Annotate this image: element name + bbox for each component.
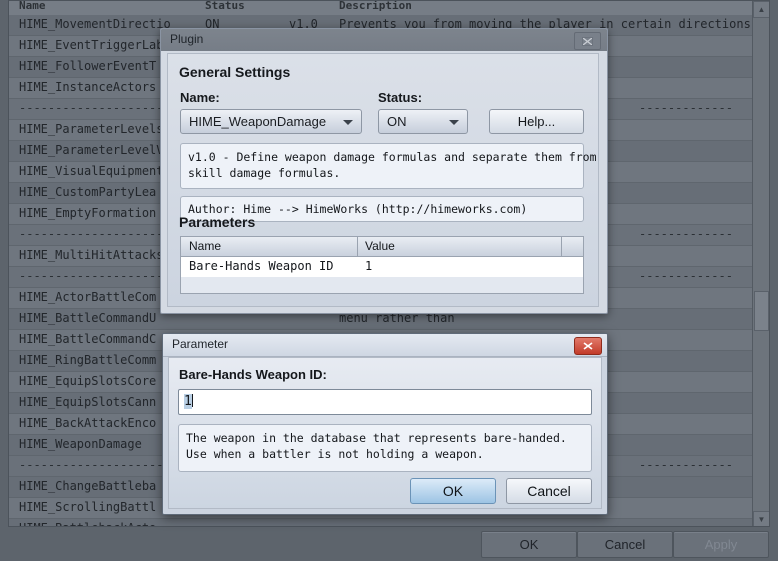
row-plugin-name: HIME_BackAttackEnco	[19, 416, 157, 430]
column-header-name: Name	[19, 0, 46, 12]
status-label: Status:	[378, 90, 423, 105]
parameters-column-name: Name	[189, 239, 222, 253]
row-plugin-name: HIME_EquipSlotsCann	[19, 395, 157, 409]
name-label: Name:	[180, 90, 220, 105]
parameters-table[interactable]: Name Value Bare-Hands Weapon ID 1	[180, 236, 584, 294]
cancel-button[interactable]: Cancel	[506, 478, 592, 504]
separator-dashes: --------------------	[19, 269, 164, 283]
plugin-dialog: Plugin General Settings Name: Status: HI…	[160, 28, 608, 314]
plugin-name-value: HIME_WeaponDamage	[189, 114, 327, 129]
row-plugin-name: HIME_ActorBattleCom	[19, 290, 157, 304]
separator-dashes: --------------------	[19, 458, 164, 472]
window-cancel-button[interactable]: Cancel	[577, 531, 673, 558]
plugin-status-combobox[interactable]: ON	[378, 109, 468, 134]
chevron-down-icon	[449, 120, 459, 125]
parameter-dialog-titlebar[interactable]: Parameter	[163, 334, 607, 357]
scrollbar-thumb[interactable]	[754, 291, 769, 331]
parameter-dialog-title: Parameter	[172, 337, 229, 351]
plugin-dialog-titlebar[interactable]: Plugin	[161, 29, 607, 51]
row-plugin-name: HIME_BattleCommandU	[19, 311, 157, 325]
row-plugin-name: HIME_RingBattleComm	[19, 353, 157, 367]
ok-button[interactable]: OK	[410, 478, 496, 504]
parameter-dialog-body: Bare-Hands Weapon ID: 1 The weapon in th…	[168, 357, 602, 509]
row-plugin-name: HIME_BattleCommandC	[19, 332, 157, 346]
table-row[interactable]: HIME_BattlebackActo	[9, 519, 769, 526]
scroll-down-arrow[interactable]: ▼	[753, 511, 769, 526]
table-row[interactable]: Bare-Hands Weapon ID 1	[181, 257, 583, 277]
general-settings-heading: General Settings	[179, 64, 291, 80]
parameter-dialog: Parameter Bare-Hands Weapon ID: 1 The we…	[162, 333, 608, 515]
plugin-list-header: Name Status Description	[9, 1, 769, 16]
separator-dashes: --------------------	[19, 227, 164, 241]
parameter-value-input[interactable]: 1	[178, 389, 592, 415]
triangle-down-icon: ▼	[757, 514, 766, 524]
row-plugin-name: HIME_VisualEquipment	[19, 164, 164, 178]
separator-dashes: -------------	[639, 458, 733, 472]
parameter-row-name: Bare-Hands Weapon ID	[189, 259, 334, 273]
row-plugin-name: HIME_EquipSlotsCore	[19, 374, 157, 388]
plugin-description-box: v1.0 - Define weapon damage formulas and…	[180, 143, 597, 189]
window-ok-button[interactable]: OK	[481, 531, 577, 558]
separator-dashes: -------------	[639, 101, 733, 115]
text-caret	[191, 394, 193, 407]
separator-dashes: --------------------	[19, 101, 164, 115]
row-plugin-name: HIME_ParameterLevelV	[19, 143, 164, 157]
row-plugin-name: HIME_WeaponDamage	[19, 437, 142, 451]
parameter-value-text: 1	[184, 394, 192, 409]
parameter-field-label: Bare-Hands Weapon ID:	[179, 367, 327, 382]
row-plugin-name: HIME_ScrollingBattl	[19, 500, 157, 514]
close-icon[interactable]	[574, 337, 602, 355]
plugin-dialog-body: General Settings Name: Status: HIME_Weap…	[167, 53, 599, 307]
plugin-status-value: ON	[387, 114, 407, 129]
separator-dashes: -------------	[639, 227, 733, 241]
plugin-dialog-title: Plugin	[170, 32, 204, 46]
scroll-up-arrow[interactable]: ▲	[753, 1, 769, 18]
column-header-status: Status	[205, 0, 245, 12]
column-divider	[357, 237, 358, 256]
row-plugin-name: HIME_EventTriggerLab	[19, 38, 164, 52]
window-button-bar: OK Cancel Apply	[0, 527, 778, 561]
parameters-heading: Parameters	[179, 214, 256, 230]
parameter-row-value: 1	[365, 259, 373, 273]
parameter-help-text: The weapon in the database that represen…	[178, 424, 592, 472]
chevron-down-icon	[343, 120, 353, 125]
row-plugin-name: HIME_EmptyFormation	[19, 206, 157, 220]
parameters-column-value: Value	[365, 239, 395, 253]
row-plugin-name: HIME_ParameterLevels	[19, 122, 164, 136]
row-plugin-name: HIME_ChangeBattleba	[19, 479, 157, 493]
column-divider	[561, 237, 562, 256]
table-empty-area	[181, 277, 583, 293]
plugin-name-combobox[interactable]: HIME_WeaponDamage	[180, 109, 362, 134]
row-plugin-name: HIME_FollowerEventT	[19, 59, 157, 73]
separator-dashes: -------------	[639, 269, 733, 283]
help-button[interactable]: Help...	[489, 109, 584, 134]
row-plugin-name: HIME_MovementDirectio	[19, 17, 171, 31]
row-plugin-name: HIME_InstanceActors	[19, 80, 157, 94]
close-icon[interactable]	[574, 32, 601, 50]
parameters-table-header: Name Value	[181, 237, 583, 257]
window-apply-button[interactable]: Apply	[673, 531, 769, 558]
plugin-list-scrollbar[interactable]: ▲ ▼	[752, 1, 769, 526]
parameter-dialog-buttons: OK Cancel	[169, 478, 603, 510]
row-plugin-name: HIME_MultiHitAttacks	[19, 248, 164, 262]
triangle-up-icon: ▲	[757, 4, 766, 14]
row-plugin-name: HIME_CustomPartyLea	[19, 185, 157, 199]
column-header-description: Description	[339, 0, 412, 12]
